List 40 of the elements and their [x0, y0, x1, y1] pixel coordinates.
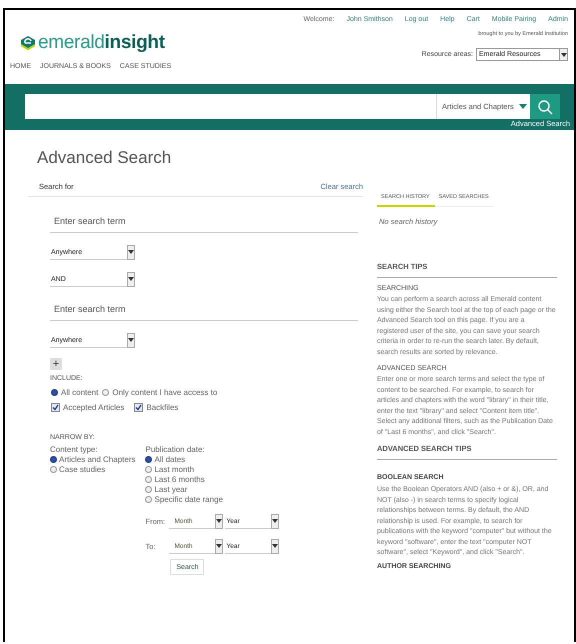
checkbox[interactable] [51, 403, 60, 412]
page-title: Advanced Search [37, 148, 172, 168]
radio-label: All content [61, 388, 98, 397]
caret-icon [216, 544, 222, 548]
caret-icon [518, 104, 527, 109]
logo-wordmark[interactable]: emeraldinsight [38, 32, 165, 54]
radio-label: Last month [154, 465, 194, 474]
radio-label: All dates [154, 455, 186, 464]
radio-label: Last 6 months [154, 475, 205, 484]
radio-label: Only content I have access to [112, 388, 218, 397]
caret-icon [128, 277, 134, 281]
caret-icon [128, 250, 134, 254]
checkbox-label: Backfiles [146, 403, 178, 412]
logo-icon [20, 35, 36, 51]
radio-label: Case studies [59, 465, 106, 474]
checkbox-label: Accepted Articles [63, 403, 124, 412]
caret-icon [272, 519, 278, 523]
publication-date-label: Publication date: [145, 445, 206, 454]
radio-label: Specific date range [154, 495, 223, 504]
search-input[interactable] [25, 94, 436, 119]
radio-label: Articles and Chapters [59, 455, 136, 464]
caret-icon [216, 519, 222, 523]
radio-button[interactable] [145, 456, 152, 463]
checkbox[interactable] [134, 403, 144, 412]
radio-button[interactable] [50, 456, 57, 463]
caret-icon [560, 52, 566, 56]
content-type-label: Content type: [50, 445, 99, 454]
caret-icon [272, 544, 278, 548]
radio-button[interactable] [145, 486, 152, 493]
radio-label: Last year [154, 485, 188, 494]
search-icon [537, 98, 553, 114]
add-row-button[interactable]: + [50, 358, 62, 370]
radio-button[interactable] [51, 389, 58, 396]
radio-button[interactable] [50, 466, 57, 473]
search-button[interactable] [530, 94, 560, 119]
caret-icon [128, 338, 134, 342]
radio-button[interactable] [102, 389, 110, 396]
radio-button[interactable] [145, 476, 152, 483]
radio-button[interactable] [145, 496, 152, 503]
radio-button[interactable] [145, 466, 152, 473]
